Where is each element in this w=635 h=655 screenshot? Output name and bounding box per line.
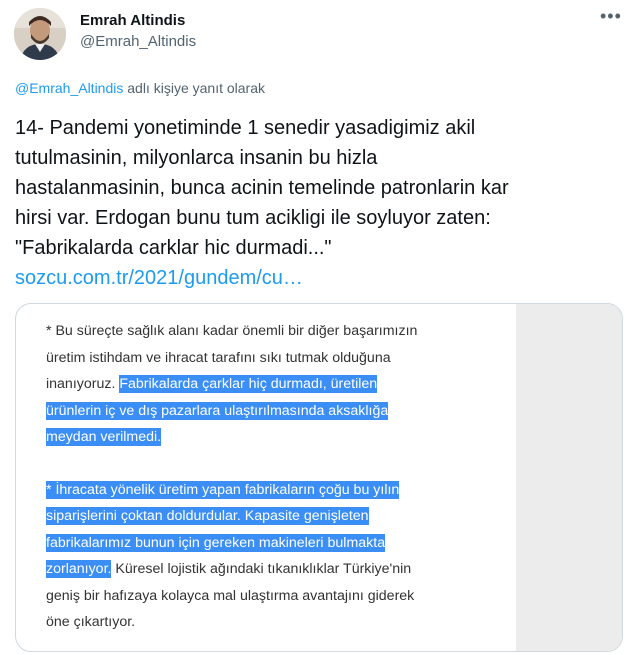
image-side-strip — [516, 304, 622, 651]
doc-line: zorlanıyor. Küresel lojistik ağındaki tı… — [46, 556, 516, 583]
doc-highlight: Fabrikalarda çarklar hiç durmadı, üretil… — [119, 375, 378, 393]
doc-paragraph-gap — [46, 451, 516, 477]
doc-line: siparişlerini çoktan doldurdular. Kapasi… — [46, 503, 516, 530]
doc-highlight: meydan verilmedi. — [46, 428, 162, 446]
doc-line: geniş bir hafızaya kolayca mal ulaştırma… — [46, 587, 415, 604]
doc-text: Küresel lojistik ağındaki tıkanıklıklar … — [111, 561, 412, 577]
reply-mention-link[interactable]: @Emrah_Altindis — [15, 80, 123, 96]
avatar-icon — [14, 8, 66, 60]
doc-line: meydan verilmedi. — [46, 424, 516, 451]
doc-line: * İhracata yönelik üretim yapan fabrikal… — [46, 477, 516, 504]
doc-highlight: siparişlerini çoktan doldurdular. Kapasi… — [46, 507, 369, 525]
doc-highlight: zorlanıyor. — [46, 560, 112, 578]
tweet-line: 14- Pandemi yonetiminde 1 senedir yasadi… — [15, 117, 476, 139]
doc-line: öne çıkartıyor. — [46, 614, 136, 630]
more-options-icon[interactable]: ••• — [600, 6, 622, 27]
doc-line: * Bu süreçte sağlık alanı kadar önemli b… — [46, 323, 418, 339]
tweet-text: 14- Pandemi yonetiminde 1 senedir yasadi… — [15, 113, 615, 293]
tweet-link[interactable]: sozcu.com.tr/2021/gundem/cu… — [15, 263, 615, 293]
reply-context: @Emrah_Altindis adlı kişiye yanıt olarak — [15, 80, 265, 96]
tweet-image[interactable]: * Bu süreçte sağlık alanı kadar önemli b… — [15, 303, 623, 652]
tweet-line: hirsi var. Erdogan bunu tum acikligi ile… — [15, 207, 491, 229]
doc-line: ürünlerin iç ve dış pazarlara ulaştırılm… — [46, 398, 516, 425]
author-name[interactable]: Emrah Altindis — [80, 12, 185, 29]
doc-highlight: ürünlerin iç ve dış pazarlara ulaştırılm… — [46, 401, 389, 420]
reply-suffix: adlı kişiye yanıt olarak — [123, 80, 265, 96]
doc-highlight: * İhracata yönelik üretim yapan fabrikal… — [46, 480, 400, 499]
doc-text: inanıyoruz. — [46, 376, 120, 392]
tweet-line: "Fabrikalarda carklar hic durmadi..." — [15, 237, 332, 259]
doc-line: inanıyoruz. Fabrikalarda çarklar hiç dur… — [46, 371, 516, 398]
doc-line: fabrikalarımız bunun için gereken makine… — [46, 530, 516, 557]
author-handle[interactable]: @Emrah_Altindis — [80, 33, 196, 50]
avatar[interactable] — [14, 8, 66, 60]
doc-highlight: fabrikalarımız bunun için gereken makine… — [46, 533, 386, 552]
tweet-line: tutulmasinin, milyonlarca insanin bu hiz… — [15, 147, 378, 169]
image-document-text: * Bu süreçte sağlık alanı kadar önemli b… — [46, 318, 516, 636]
tweet-line: hastalanmasinin, bunca acinin temelinde … — [15, 177, 509, 199]
doc-line: üretim istihdam ve ihracat tarafını sıkı… — [46, 349, 391, 366]
